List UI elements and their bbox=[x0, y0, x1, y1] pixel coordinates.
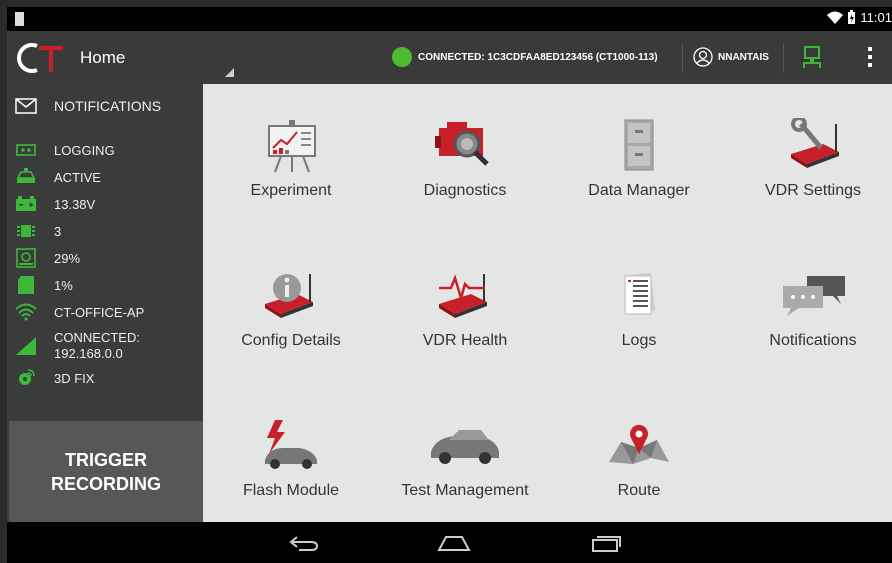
divider bbox=[682, 43, 683, 73]
tile-flash-module[interactable]: Flash Module bbox=[205, 384, 377, 504]
sd-card-icon bbox=[18, 276, 34, 294]
tape-icon bbox=[16, 144, 36, 156]
tile-label: Logs bbox=[621, 332, 657, 349]
sidebar-item-label: 3D FIX bbox=[54, 370, 95, 386]
trigger-recording-button[interactable]: TRIGGER RECORDING bbox=[9, 421, 203, 522]
flash-module-icon bbox=[265, 420, 317, 469]
tile-config-details[interactable]: Config Details bbox=[205, 234, 377, 354]
sidebar-item-wifi: CT-OFFICE-AP bbox=[15, 303, 144, 321]
overflow-menu-icon[interactable] bbox=[867, 47, 873, 69]
sidebar-item-label: 13.38V bbox=[54, 196, 96, 212]
trigger-line-2: RECORDING bbox=[50, 473, 161, 494]
tile-vdr-health[interactable]: VDR Health bbox=[379, 234, 551, 354]
tile-vdr-settings[interactable]: VDR Settings bbox=[727, 84, 892, 204]
back-icon[interactable] bbox=[287, 533, 321, 553]
route-icon bbox=[609, 424, 669, 464]
experiment-icon bbox=[268, 120, 316, 173]
battery-icon bbox=[16, 196, 36, 211]
status-bar: 11:01 bbox=[7, 7, 892, 31]
test-management-icon bbox=[431, 430, 499, 464]
chip-icon bbox=[17, 225, 35, 237]
sidebar-item-label: 1% bbox=[54, 277, 73, 293]
sidebar-item-label: 29% bbox=[54, 250, 81, 266]
recent-apps-icon[interactable] bbox=[589, 533, 623, 553]
tile-data-manager[interactable]: Data Manager bbox=[553, 84, 725, 204]
sidebar-item-label: ACTIVE bbox=[54, 169, 101, 185]
tile-label: Test Management bbox=[401, 482, 529, 499]
connection-status[interactable]: CONNECTED: 1C3CDFAA8ED123456 (CT1000-113… bbox=[392, 47, 658, 67]
vdr-settings-icon bbox=[791, 118, 839, 168]
sidebar-item-label: LOGGING bbox=[54, 142, 115, 158]
satellite-icon bbox=[19, 369, 35, 385]
tile-label: Diagnostics bbox=[423, 182, 507, 199]
device-screen: 11:01 Home CONNECTED: 1C3CDFAA8ED123456 … bbox=[7, 7, 892, 563]
vdr-health-icon bbox=[439, 274, 487, 318]
tile-label: Route bbox=[617, 482, 661, 499]
tile-label: Experiment bbox=[250, 182, 332, 199]
tile-label: Flash Module bbox=[242, 482, 340, 499]
network-icon[interactable] bbox=[801, 45, 823, 69]
wifi-status-icon bbox=[827, 11, 844, 24]
tile-label: Config Details bbox=[241, 332, 341, 349]
sidebar-item-sd-card: 1% bbox=[15, 276, 73, 294]
connection-label: CONNECTED: 1C3CDFAA8ED123456 (CT1000-113… bbox=[418, 51, 658, 63]
sidebar-item-cellular: CONNECTED: 192.168.0.0 bbox=[15, 330, 140, 362]
sidebar-item-storage: 29% bbox=[15, 248, 81, 268]
sidebar-notifications-label: NOTIFICATIONS bbox=[54, 98, 162, 114]
user-icon bbox=[693, 47, 713, 67]
storage-icon bbox=[16, 248, 36, 268]
sidebar-item-label: CT-OFFICE-AP bbox=[54, 304, 145, 320]
signal-icon bbox=[16, 337, 36, 355]
tile-test-management[interactable]: Test Management bbox=[379, 384, 551, 504]
config-details-icon bbox=[265, 274, 313, 318]
trigger-line-1: TRIGGER bbox=[64, 449, 147, 470]
sidebar-item-active: ACTIVE bbox=[15, 168, 101, 186]
home-grid: Experiment Diagnostics Data Manager VDR … bbox=[203, 84, 892, 522]
user-account[interactable]: NNANTAIS bbox=[693, 47, 769, 67]
sidebar-item-chip: 3 bbox=[15, 222, 61, 240]
tile-experiment[interactable]: Experiment bbox=[205, 84, 377, 204]
tile-label: Data Manager bbox=[588, 182, 690, 199]
envelope-icon bbox=[15, 98, 37, 114]
tile-notifications[interactable]: Notifications bbox=[727, 234, 892, 354]
page-title: Home bbox=[80, 48, 126, 67]
tile-route[interactable]: Route bbox=[553, 384, 725, 504]
tile-label: VDR Health bbox=[422, 332, 508, 349]
notification-indicator-icon bbox=[15, 12, 24, 26]
wifi-icon bbox=[15, 303, 37, 321]
tile-label: Notifications bbox=[769, 332, 857, 349]
tile-diagnostics[interactable]: Diagnostics bbox=[379, 84, 551, 204]
tile-label: VDR Settings bbox=[764, 182, 862, 199]
ct-logo[interactable] bbox=[17, 41, 67, 75]
data-manager-icon bbox=[624, 119, 654, 171]
sidebar-notifications[interactable]: NOTIFICATIONS bbox=[15, 97, 161, 115]
sidebar-item-battery: 13.38V bbox=[15, 195, 95, 213]
home-icon[interactable] bbox=[437, 533, 471, 553]
tile-logs[interactable]: Logs bbox=[553, 234, 725, 354]
app-bar: Home CONNECTED: 1C3CDFAA8ED123456 (CT100… bbox=[7, 31, 892, 84]
notifications-icon bbox=[783, 276, 845, 316]
divider bbox=[783, 43, 784, 73]
sidebar-item-logging: LOGGING bbox=[15, 141, 115, 159]
status-time: 11:01 bbox=[860, 10, 892, 25]
sidebar-item-gps: 3D FIX bbox=[15, 369, 94, 387]
diagnostics-icon bbox=[435, 122, 489, 166]
navigation-bar bbox=[7, 522, 892, 563]
sidebar: NOTIFICATIONS LOGGING ACTIVE 13.38V 3 29… bbox=[7, 84, 203, 522]
battery-status-icon bbox=[848, 10, 856, 24]
connected-dot-icon bbox=[392, 47, 412, 67]
logs-icon bbox=[624, 272, 655, 315]
menu-caret-icon[interactable] bbox=[225, 68, 234, 77]
sidebar-item-label: 3 bbox=[54, 223, 62, 239]
vehicle-icon bbox=[16, 168, 36, 183]
sidebar-item-label: CONNECTED: bbox=[54, 330, 140, 345]
sidebar-item-ip: 192.168.0.0 bbox=[54, 346, 123, 361]
user-name: NNANTAIS bbox=[718, 51, 769, 63]
